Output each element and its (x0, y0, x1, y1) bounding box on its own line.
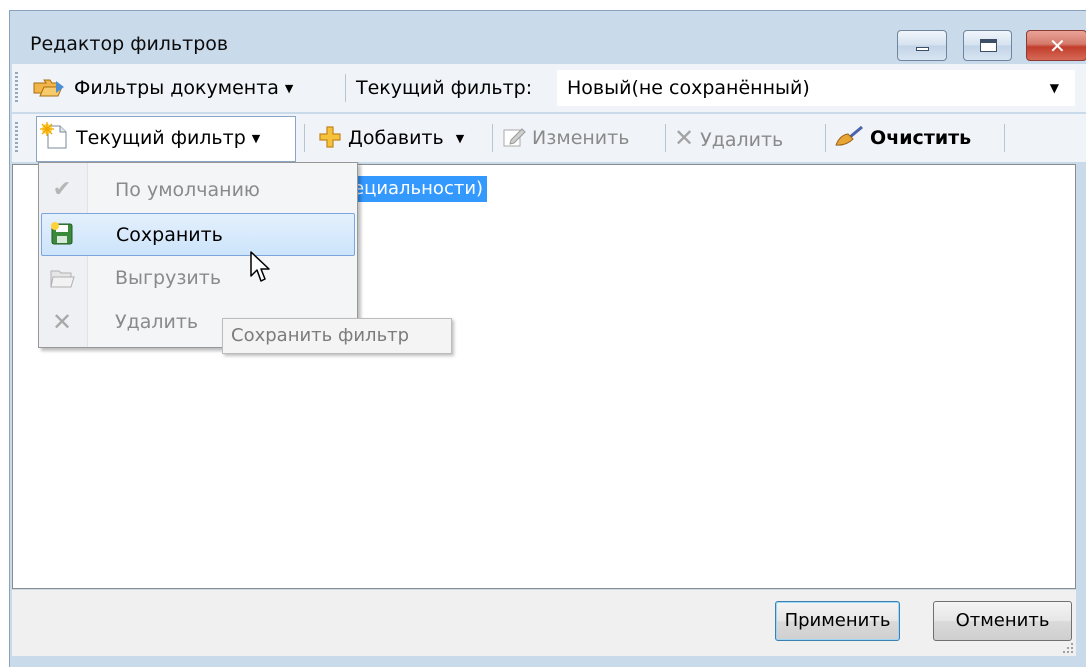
window-title: Редактор фильтров (30, 33, 229, 55)
current-filter-caption: Текущий фильтр: (356, 77, 533, 99)
menu-item-label: Выгрузить (115, 267, 222, 289)
add-button[interactable]: Добавить ▼ (318, 114, 464, 162)
delete-x-icon: ✕ (674, 124, 695, 152)
document-filters-dropdown[interactable]: Фильтры документа ▼ (32, 64, 293, 112)
resize-grip-icon[interactable] (1062, 642, 1074, 654)
apply-button[interactable]: Применить (775, 601, 900, 641)
chevron-down-icon: ▼ (1049, 81, 1059, 95)
chevron-down-icon: ▼ (284, 82, 294, 95)
menu-item-export[interactable]: Выгрузить (41, 257, 355, 300)
toolbar-separator (1004, 124, 1005, 152)
filters-icon (33, 79, 64, 97)
minimize-icon (916, 47, 929, 51)
clear-button[interactable]: Очистить (834, 114, 971, 162)
chevron-down-icon: ▼ (455, 132, 465, 145)
document-filters-label: Фильтры документа (74, 77, 279, 99)
close-icon: ✕ (1049, 34, 1066, 58)
current-filter-menu[interactable]: Текущий фильтр ▼ (40, 114, 260, 162)
delete-button[interactable]: ✕ Удалить (674, 114, 783, 162)
tooltip: Сохранить фильтр (222, 318, 452, 354)
check-icon: ✔ (52, 177, 72, 202)
folder-open-icon (50, 270, 75, 288)
edit-label: Изменить (532, 127, 630, 149)
close-button[interactable]: ✕ (1026, 30, 1086, 61)
plus-icon (319, 126, 341, 148)
menu-item-save[interactable]: Сохранить (41, 213, 355, 256)
cancel-button[interactable]: Отменить (933, 601, 1072, 641)
menu-item-label: По умолчанию (115, 179, 260, 201)
toolbar-separator (665, 124, 666, 152)
edit-icon (503, 128, 526, 147)
broom-icon (835, 125, 863, 146)
toolbar-grip[interactable] (15, 72, 18, 102)
toolbar-separator (345, 74, 346, 102)
toolbar-separator (825, 124, 826, 152)
dialog-footer: Применить Отменить (12, 590, 1076, 656)
new-filter-icon (40, 122, 67, 149)
toolbar-grip[interactable] (15, 122, 18, 152)
selected-tree-node[interactable]: ециальности) (351, 176, 488, 202)
menu-item-label: Удалить (115, 311, 199, 333)
maximize-icon (980, 39, 997, 52)
save-icon (51, 222, 73, 245)
edit-button[interactable]: Изменить (502, 114, 629, 162)
minimize-button[interactable] (897, 30, 947, 61)
delete-label: Удалить (700, 129, 784, 151)
toolbar-separator (492, 124, 493, 152)
current-filter-select[interactable]: Новый(не сохранённый) ▼ (557, 70, 1075, 106)
current-filter-value: Новый(не сохранённый) (567, 77, 810, 99)
document-filters-toolbar: Фильтры документа ▼ Текущий фильтр: Новый… (12, 64, 1086, 112)
toolbar-separator (304, 124, 305, 152)
menu-item-default[interactable]: ✔ По умолчанию (41, 169, 355, 212)
current-filter-menu-label: Текущий фильтр (76, 127, 246, 149)
chevron-down-icon: ▼ (251, 132, 261, 145)
maximize-button[interactable] (963, 30, 1012, 61)
delete-x-icon: ✕ (51, 308, 73, 336)
clear-label: Очистить (870, 127, 972, 149)
menu-item-label: Сохранить (116, 224, 223, 246)
add-label: Добавить (348, 127, 444, 149)
mouse-cursor-icon (250, 251, 270, 282)
